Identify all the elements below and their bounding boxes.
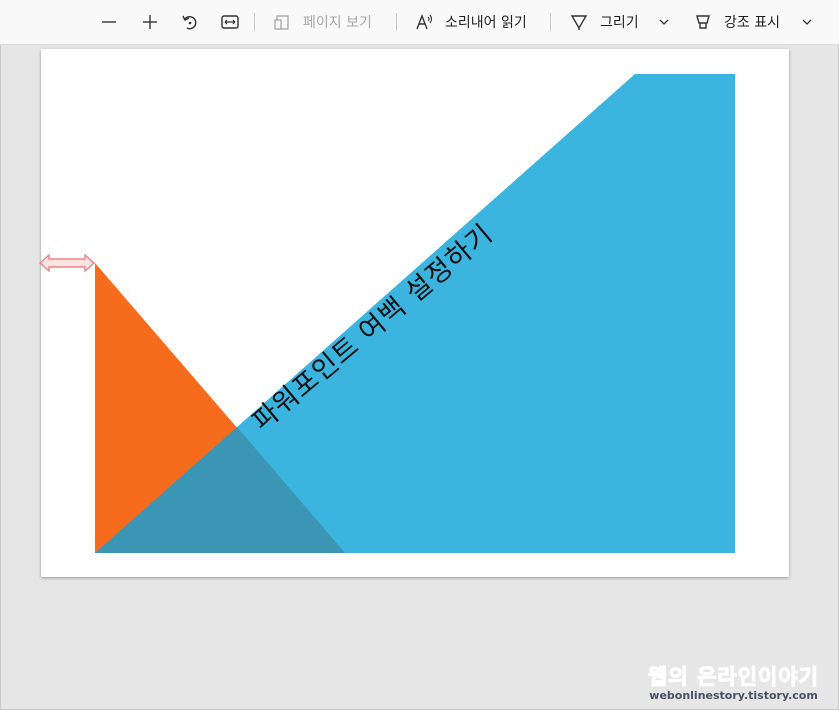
page-view-button[interactable]: 페이지 보기 [274,0,372,44]
watermark: 웹의 온라인이야기 webonlinestory.tistory.com [648,661,819,703]
chevron-down-icon [659,19,669,25]
minus-icon [102,21,116,23]
toolbar-divider [254,13,255,31]
highlight-dropdown[interactable] [801,0,813,44]
highlight-button[interactable]: 강조 표시 [694,0,780,44]
page-view-icon [274,14,289,30]
rotate-button[interactable] [181,0,199,44]
fit-page-button[interactable] [221,0,239,44]
draw-dropdown[interactable] [658,0,670,44]
read-aloud-icon [416,14,433,30]
watermark-url: webonlinestory.tistory.com [649,689,818,702]
plus-icon [143,15,157,29]
highlighter-icon [696,15,710,29]
toolbar-divider [550,13,551,31]
watermark-title: 웹의 온라인이야기 [648,665,819,690]
page-view-label: 페이지 보기 [303,15,372,31]
read-aloud-button[interactable]: 소리내어 읽기 [415,0,527,44]
chevron-down-icon [802,19,812,25]
toolbar-divider [396,13,397,31]
zoom-in-button[interactable] [142,0,158,44]
draw-button[interactable]: 그리기 [570,0,639,44]
fit-width-icon [221,15,239,29]
document-page: 파워포인트 여백 설정하기 [41,49,789,577]
draw-label: 그리기 [600,15,639,31]
rotate-icon [182,15,197,30]
read-aloud-label: 소리내어 읽기 [445,15,527,31]
pdf-toolbar: 페이지 보기 소리내어 읽기 그리기 강조 표시 [0,0,839,45]
margin-arrow-icon [38,253,96,273]
draw-icon [570,15,588,30]
highlight-label: 강조 표시 [724,15,780,31]
zoom-out-button[interactable] [101,0,117,44]
